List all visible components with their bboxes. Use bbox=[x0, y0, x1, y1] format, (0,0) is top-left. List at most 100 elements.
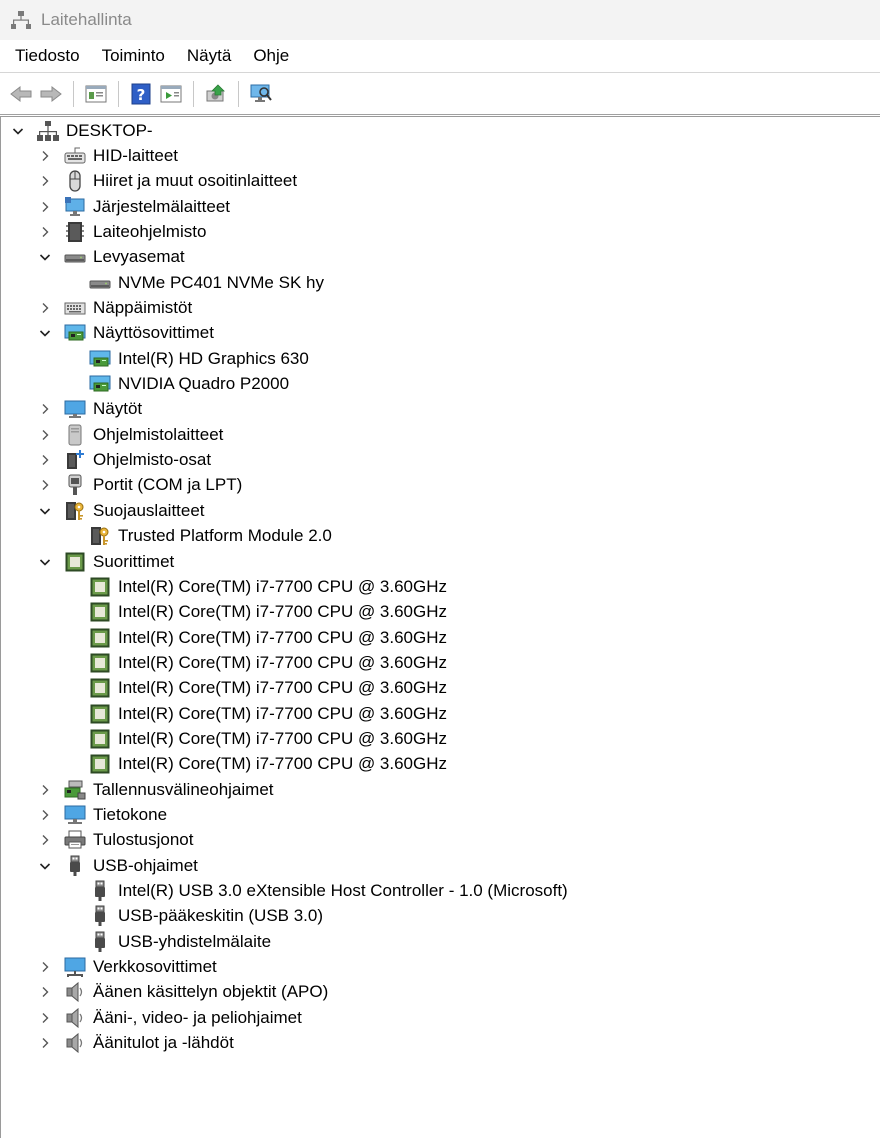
tree-category-suojauslaitteet[interactable]: Suojauslaitteet bbox=[1, 498, 880, 523]
properties-button[interactable] bbox=[83, 81, 109, 107]
tree-category-levyasemat[interactable]: Levyasemat bbox=[1, 245, 880, 270]
chevron-right-icon[interactable] bbox=[38, 225, 52, 239]
chevron-right-icon[interactable] bbox=[38, 428, 52, 442]
tree-device[interactable]: Intel(R) Core(TM) i7-7700 CPU @ 3.60GHz bbox=[1, 701, 880, 726]
tree-item-label: Intel(R) Core(TM) i7-7700 CPU @ 3.60GHz bbox=[118, 678, 448, 698]
chevron-right-icon[interactable] bbox=[38, 1011, 52, 1025]
tree-item-label: DESKTOP- bbox=[66, 120, 153, 140]
svg-text:?: ? bbox=[137, 86, 146, 104]
tree-category-hiiret-ja-muut-osoitinlaitteet[interactable]: Hiiret ja muut osoitinlaitteet bbox=[1, 169, 880, 194]
chevron-right-icon[interactable] bbox=[38, 301, 52, 315]
chevron-down-icon[interactable] bbox=[11, 124, 25, 138]
tree-item-label: Näyttösovittimet bbox=[93, 323, 214, 343]
chevron-right-icon[interactable] bbox=[38, 453, 52, 467]
software-device-icon bbox=[64, 424, 86, 446]
tree-category-verkkosovittimet[interactable]: Verkkosovittimet bbox=[1, 954, 880, 979]
device-tree[interactable]: DESKTOP- HID-laitteet Hiiret ja muut osoit… bbox=[0, 116, 880, 1138]
tree-item-label: Tallennusvälineohjaimet bbox=[93, 779, 274, 799]
chevron-right-icon[interactable] bbox=[38, 783, 52, 797]
tree-category-aani-video-ja-peliohjaimet[interactable]: Ääni-, video- ja peliohjaimet bbox=[1, 1005, 880, 1030]
tree-category-aanen-kasittelyn-objektit-apo[interactable]: Äänen käsittelyn objektit (APO) bbox=[1, 980, 880, 1005]
menu-ohje[interactable]: Ohje bbox=[242, 41, 300, 71]
chevron-right-icon[interactable] bbox=[38, 149, 52, 163]
tree-category-portit-com-ja-lpt[interactable]: Portit (COM ja LPT) bbox=[1, 473, 880, 498]
tree-category-ohjelmistolaitteet[interactable]: Ohjelmistolaitteet bbox=[1, 422, 880, 447]
tree-item-label: Portit (COM ja LPT) bbox=[93, 475, 243, 495]
chevron-down-icon[interactable] bbox=[38, 859, 52, 873]
cpu-icon bbox=[89, 753, 111, 775]
tree-category-naytot[interactable]: Näytöt bbox=[1, 397, 880, 422]
audio-icon bbox=[64, 981, 86, 1003]
tree-category-usb-ohjaimet[interactable]: USB-ohjaimet bbox=[1, 853, 880, 878]
tree-device[interactable]: Intel(R) HD Graphics 630 bbox=[1, 346, 880, 371]
help-icon: ? bbox=[131, 83, 151, 105]
tree-device[interactable]: NVMe PC401 NVMe SK hy bbox=[1, 270, 880, 295]
update-driver-button[interactable] bbox=[203, 81, 229, 107]
tree-device[interactable]: Intel(R) USB 3.0 eXtensible Host Control… bbox=[1, 878, 880, 903]
tree-category-hid-laitteet[interactable]: HID-laitteet bbox=[1, 143, 880, 168]
menu-tiedosto[interactable]: Tiedosto bbox=[4, 41, 91, 71]
chevron-right-icon[interactable] bbox=[38, 985, 52, 999]
tree-item-label: Suojauslaitteet bbox=[93, 500, 205, 520]
chevron-right-icon[interactable] bbox=[38, 1036, 52, 1050]
tree-item-label: HID-laitteet bbox=[93, 146, 179, 166]
cpu-icon bbox=[89, 728, 111, 750]
chevron-down-icon[interactable] bbox=[38, 555, 52, 569]
menu-n-yt-[interactable]: Näytä bbox=[176, 41, 242, 71]
tree-category-nappaimistot[interactable]: Näppäimistöt bbox=[1, 295, 880, 320]
tree-device[interactable]: Trusted Platform Module 2.0 bbox=[1, 524, 880, 549]
tree-category-aanitulot-ja-lahdot[interactable]: Äänitulot ja -lähdöt bbox=[1, 1030, 880, 1055]
chevron-right-icon[interactable] bbox=[38, 200, 52, 214]
tree-device[interactable]: USB-pääkeskitin (USB 3.0) bbox=[1, 904, 880, 929]
scan-hardware-button[interactable] bbox=[248, 81, 274, 107]
chevron-right-icon[interactable] bbox=[38, 960, 52, 974]
tree-category-tietokone[interactable]: Tietokone bbox=[1, 802, 880, 827]
cpu-icon bbox=[89, 677, 111, 699]
action-pane-icon bbox=[160, 84, 182, 104]
tree-category-tallennusvalineohjaimet[interactable]: Tallennusvälineohjaimet bbox=[1, 777, 880, 802]
chevron-right-icon[interactable] bbox=[38, 478, 52, 492]
tree-root[interactable]: DESKTOP- bbox=[1, 118, 880, 143]
tree-category-jarjestelmalaitteet[interactable]: Järjestelmälaitteet bbox=[1, 194, 880, 219]
back-button[interactable] bbox=[8, 81, 34, 107]
chevron-down-icon[interactable] bbox=[38, 326, 52, 340]
display-adapter-icon bbox=[89, 373, 111, 395]
software-component-icon bbox=[64, 449, 86, 471]
forward-button[interactable] bbox=[38, 81, 64, 107]
tree-device[interactable]: USB-yhdistelmälaite bbox=[1, 929, 880, 954]
tree-category-tulostusjonot[interactable]: Tulostusjonot bbox=[1, 828, 880, 853]
action-pane-button[interactable] bbox=[158, 81, 184, 107]
printer-icon bbox=[64, 829, 86, 851]
tree-item-label: Intel(R) Core(TM) i7-7700 CPU @ 3.60GHz bbox=[118, 703, 448, 723]
tree-item-label: Järjestelmälaitteet bbox=[93, 196, 231, 216]
storage-controller-icon bbox=[64, 779, 86, 801]
chevron-right-icon[interactable] bbox=[38, 174, 52, 188]
tree-device[interactable]: NVIDIA Quadro P2000 bbox=[1, 371, 880, 396]
chevron-right-icon[interactable] bbox=[38, 833, 52, 847]
chevron-down-icon[interactable] bbox=[38, 504, 52, 518]
tree-category-ohjelmisto-osat[interactable]: Ohjelmisto-osat bbox=[1, 447, 880, 472]
cpu-icon bbox=[64, 551, 86, 573]
usb-icon bbox=[89, 880, 111, 902]
tree-device[interactable]: Intel(R) Core(TM) i7-7700 CPU @ 3.60GHz bbox=[1, 574, 880, 599]
chevron-right-icon[interactable] bbox=[38, 808, 52, 822]
cpu-icon bbox=[89, 652, 111, 674]
tree-category-laiteohjelmisto[interactable]: Laiteohjelmisto bbox=[1, 219, 880, 244]
help-button[interactable]: ? bbox=[128, 81, 154, 107]
tree-device[interactable]: Intel(R) Core(TM) i7-7700 CPU @ 3.60GHz bbox=[1, 625, 880, 650]
chevron-down-icon[interactable] bbox=[38, 250, 52, 264]
tree-device[interactable]: Intel(R) Core(TM) i7-7700 CPU @ 3.60GHz bbox=[1, 752, 880, 777]
tree-category-suorittimet[interactable]: Suorittimet bbox=[1, 549, 880, 574]
menu-toiminto[interactable]: Toiminto bbox=[91, 41, 176, 71]
chevron-right-icon[interactable] bbox=[38, 402, 52, 416]
tree-device[interactable]: Intel(R) Core(TM) i7-7700 CPU @ 3.60GHz bbox=[1, 726, 880, 751]
tree-item-label: Intel(R) Core(TM) i7-7700 CPU @ 3.60GHz bbox=[118, 728, 448, 748]
tree-item-label: Trusted Platform Module 2.0 bbox=[118, 526, 332, 546]
tree-device[interactable]: Intel(R) Core(TM) i7-7700 CPU @ 3.60GHz bbox=[1, 676, 880, 701]
tree-category-nayttosovittimet[interactable]: Näyttösovittimet bbox=[1, 321, 880, 346]
audio-icon bbox=[64, 1007, 86, 1029]
title-bar: Laitehallinta bbox=[0, 0, 880, 40]
tree-device[interactable]: Intel(R) Core(TM) i7-7700 CPU @ 3.60GHz bbox=[1, 650, 880, 675]
menu-bar: Tiedosto Toiminto Näytä Ohje bbox=[0, 40, 880, 72]
tree-device[interactable]: Intel(R) Core(TM) i7-7700 CPU @ 3.60GHz bbox=[1, 600, 880, 625]
